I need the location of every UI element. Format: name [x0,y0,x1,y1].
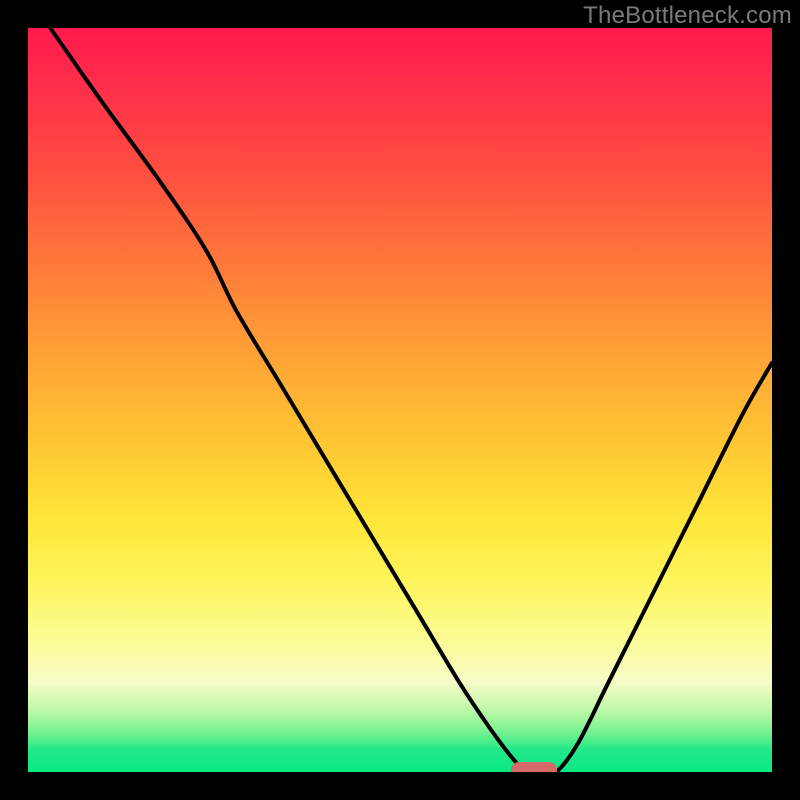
bottleneck-curve-path [50,28,772,772]
watermark-text: TheBottleneck.com [583,2,792,30]
chart-frame: TheBottleneck.com [0,0,800,800]
plot-area [28,28,772,772]
optimal-marker [511,762,557,772]
curve-svg [28,28,772,772]
